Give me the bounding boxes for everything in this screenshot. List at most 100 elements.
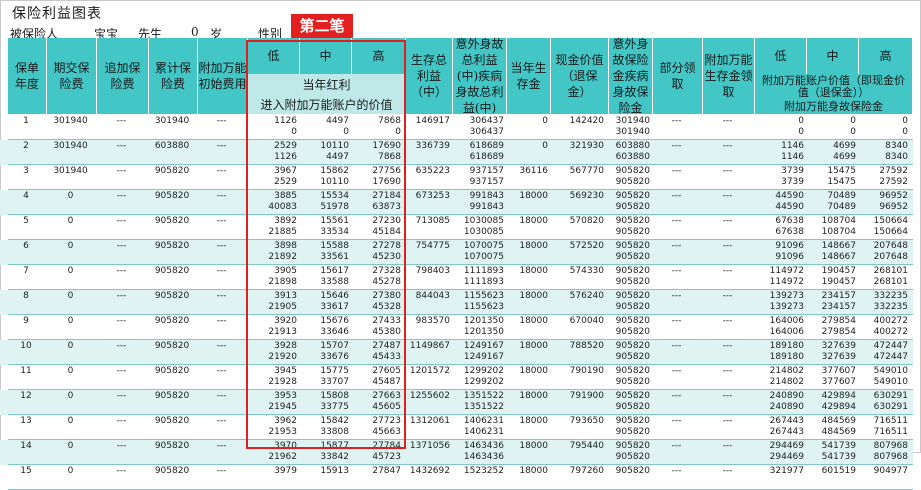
table-cell: --- bbox=[116, 366, 127, 376]
table-cell: 14 bbox=[20, 441, 32, 451]
table-cell: 45328 bbox=[372, 302, 401, 312]
table-row: 11 0 --- 905820 --- 3945 15775 27605 21928 33707 4… bbox=[0, 365, 913, 390]
header-into-account-value: 进入附加万能账户的价值 bbox=[248, 96, 406, 114]
table-cell: 905820 bbox=[154, 441, 190, 451]
header-rider-account-value: 附加万能账户价值（即现金价值（退保金）） bbox=[755, 74, 913, 100]
table-row: 4 0 --- 905820 --- 3885 15534 27184 40083 51978 63… bbox=[0, 190, 913, 215]
table-cell: 807968 bbox=[873, 452, 908, 462]
header-rider-high: 高 bbox=[859, 38, 913, 74]
table-cell: 673253 bbox=[415, 191, 450, 201]
header-bonus-high: 高 bbox=[352, 38, 406, 74]
table-cell: --- bbox=[722, 441, 733, 451]
table-cell: 905820 bbox=[615, 416, 650, 426]
table-cell: --- bbox=[216, 191, 227, 201]
table-cell: 0 bbox=[67, 241, 74, 251]
table-row: 15 0 --- 905820 --- 3979 15913 27847 1432692 1523… bbox=[0, 465, 913, 490]
table-cell: 0 bbox=[395, 127, 401, 137]
table-cell: 905820 bbox=[615, 452, 650, 462]
table-cell: 2529 bbox=[274, 141, 297, 151]
table-cell: 10110 bbox=[320, 177, 349, 187]
table-cell: 0 bbox=[542, 141, 548, 151]
table-cell: 905820 bbox=[615, 441, 650, 451]
table-cell: 0 bbox=[67, 441, 74, 451]
table-cell: 1111893 bbox=[463, 277, 504, 287]
table-cell: 301940 bbox=[615, 116, 650, 126]
table-cell: 190457 bbox=[821, 277, 856, 287]
table-cell: 4 bbox=[23, 191, 29, 201]
table-cell: 18000 bbox=[519, 366, 548, 376]
table-cell: --- bbox=[116, 391, 127, 401]
table-cell: 1126 bbox=[274, 152, 297, 162]
table-cell: 15775 bbox=[320, 366, 349, 376]
table-cell: 484569 bbox=[821, 427, 856, 437]
table-cell: 3967 bbox=[274, 166, 297, 176]
table-cell: 788520 bbox=[569, 341, 604, 351]
table-cell: --- bbox=[216, 441, 227, 451]
table-cell: 27756 bbox=[372, 166, 401, 176]
table-cell: 45278 bbox=[372, 277, 401, 287]
table-cell: 268101 bbox=[873, 266, 908, 276]
table-cell: 27278 bbox=[372, 241, 401, 251]
table-cell: 3945 bbox=[274, 366, 297, 376]
table-cell: 3885 bbox=[274, 191, 297, 201]
table-cell: 377607 bbox=[821, 377, 856, 387]
table-cell: 17690 bbox=[372, 141, 401, 151]
table-cell: 91096 bbox=[775, 241, 804, 251]
table-cell: 0 bbox=[798, 116, 804, 126]
table-cell: --- bbox=[216, 291, 227, 301]
table-cell: 12 bbox=[20, 391, 32, 401]
table-cell: 541739 bbox=[821, 441, 856, 451]
header-cash-value: 现金价值（退保金） bbox=[551, 38, 609, 114]
table-cell: 18000 bbox=[519, 391, 548, 401]
table-cell: 905820 bbox=[615, 302, 650, 312]
table-cell: 4699 bbox=[833, 141, 856, 151]
table-cell: 148667 bbox=[821, 241, 856, 251]
table-cell: 429894 bbox=[821, 402, 856, 412]
table-cell: 1351522 bbox=[463, 391, 504, 401]
table-cell: 3979 bbox=[274, 466, 297, 476]
table-cell: 905820 bbox=[615, 291, 650, 301]
table-cell: --- bbox=[116, 216, 127, 226]
table-cell: 18000 bbox=[519, 216, 548, 226]
table-cell: 15588 bbox=[320, 241, 349, 251]
table-cell: 570820 bbox=[569, 216, 604, 226]
table-cell: 844043 bbox=[415, 291, 450, 301]
table-cell: 905820 bbox=[615, 191, 650, 201]
table-row: 6 0 --- 905820 --- 3898 15588 27278 21892 33561 45… bbox=[0, 240, 913, 265]
table-cell: 1312061 bbox=[409, 416, 450, 426]
table-cell: 33775 bbox=[320, 402, 349, 412]
table-cell: 267443 bbox=[769, 416, 804, 426]
table-cell: --- bbox=[722, 191, 733, 201]
table-cell: 400272 bbox=[873, 316, 908, 326]
table-cell: 27847 bbox=[372, 466, 401, 476]
table-cell: 33617 bbox=[320, 302, 349, 312]
table-cell: 905820 bbox=[615, 366, 650, 376]
table-cell: 4699 bbox=[833, 152, 856, 162]
table-cell: 1201350 bbox=[463, 327, 504, 337]
table-cell: 327639 bbox=[821, 352, 856, 362]
table-cell: 45663 bbox=[372, 427, 401, 437]
table-cell: --- bbox=[671, 466, 682, 476]
insured-age: 0 bbox=[191, 25, 199, 39]
table-cell: 541739 bbox=[821, 452, 856, 462]
table-cell: 797260 bbox=[569, 466, 604, 476]
table-cell: 905820 bbox=[615, 341, 650, 351]
table-cell: 572520 bbox=[569, 241, 604, 251]
table-cell: 601519 bbox=[821, 466, 856, 476]
table-cell: --- bbox=[722, 216, 733, 226]
table-cell: 21928 bbox=[268, 377, 297, 387]
table-cell: 937157 bbox=[469, 166, 504, 176]
table-cell: 2529 bbox=[274, 177, 297, 187]
table-cell: 15676 bbox=[320, 316, 349, 326]
table-cell: --- bbox=[116, 341, 127, 351]
table-cell: --- bbox=[671, 216, 682, 226]
table-cell: 5 bbox=[23, 216, 29, 226]
table-cell: 798403 bbox=[415, 266, 450, 276]
table-cell: 139273 bbox=[769, 302, 804, 312]
table-cell: 13 bbox=[20, 416, 32, 426]
table-cell: 15842 bbox=[320, 416, 349, 426]
table-cell: 15808 bbox=[320, 391, 349, 401]
table-cell: 567770 bbox=[569, 166, 604, 176]
table-cell: 400272 bbox=[873, 327, 908, 337]
table-cell: 279854 bbox=[821, 316, 856, 326]
